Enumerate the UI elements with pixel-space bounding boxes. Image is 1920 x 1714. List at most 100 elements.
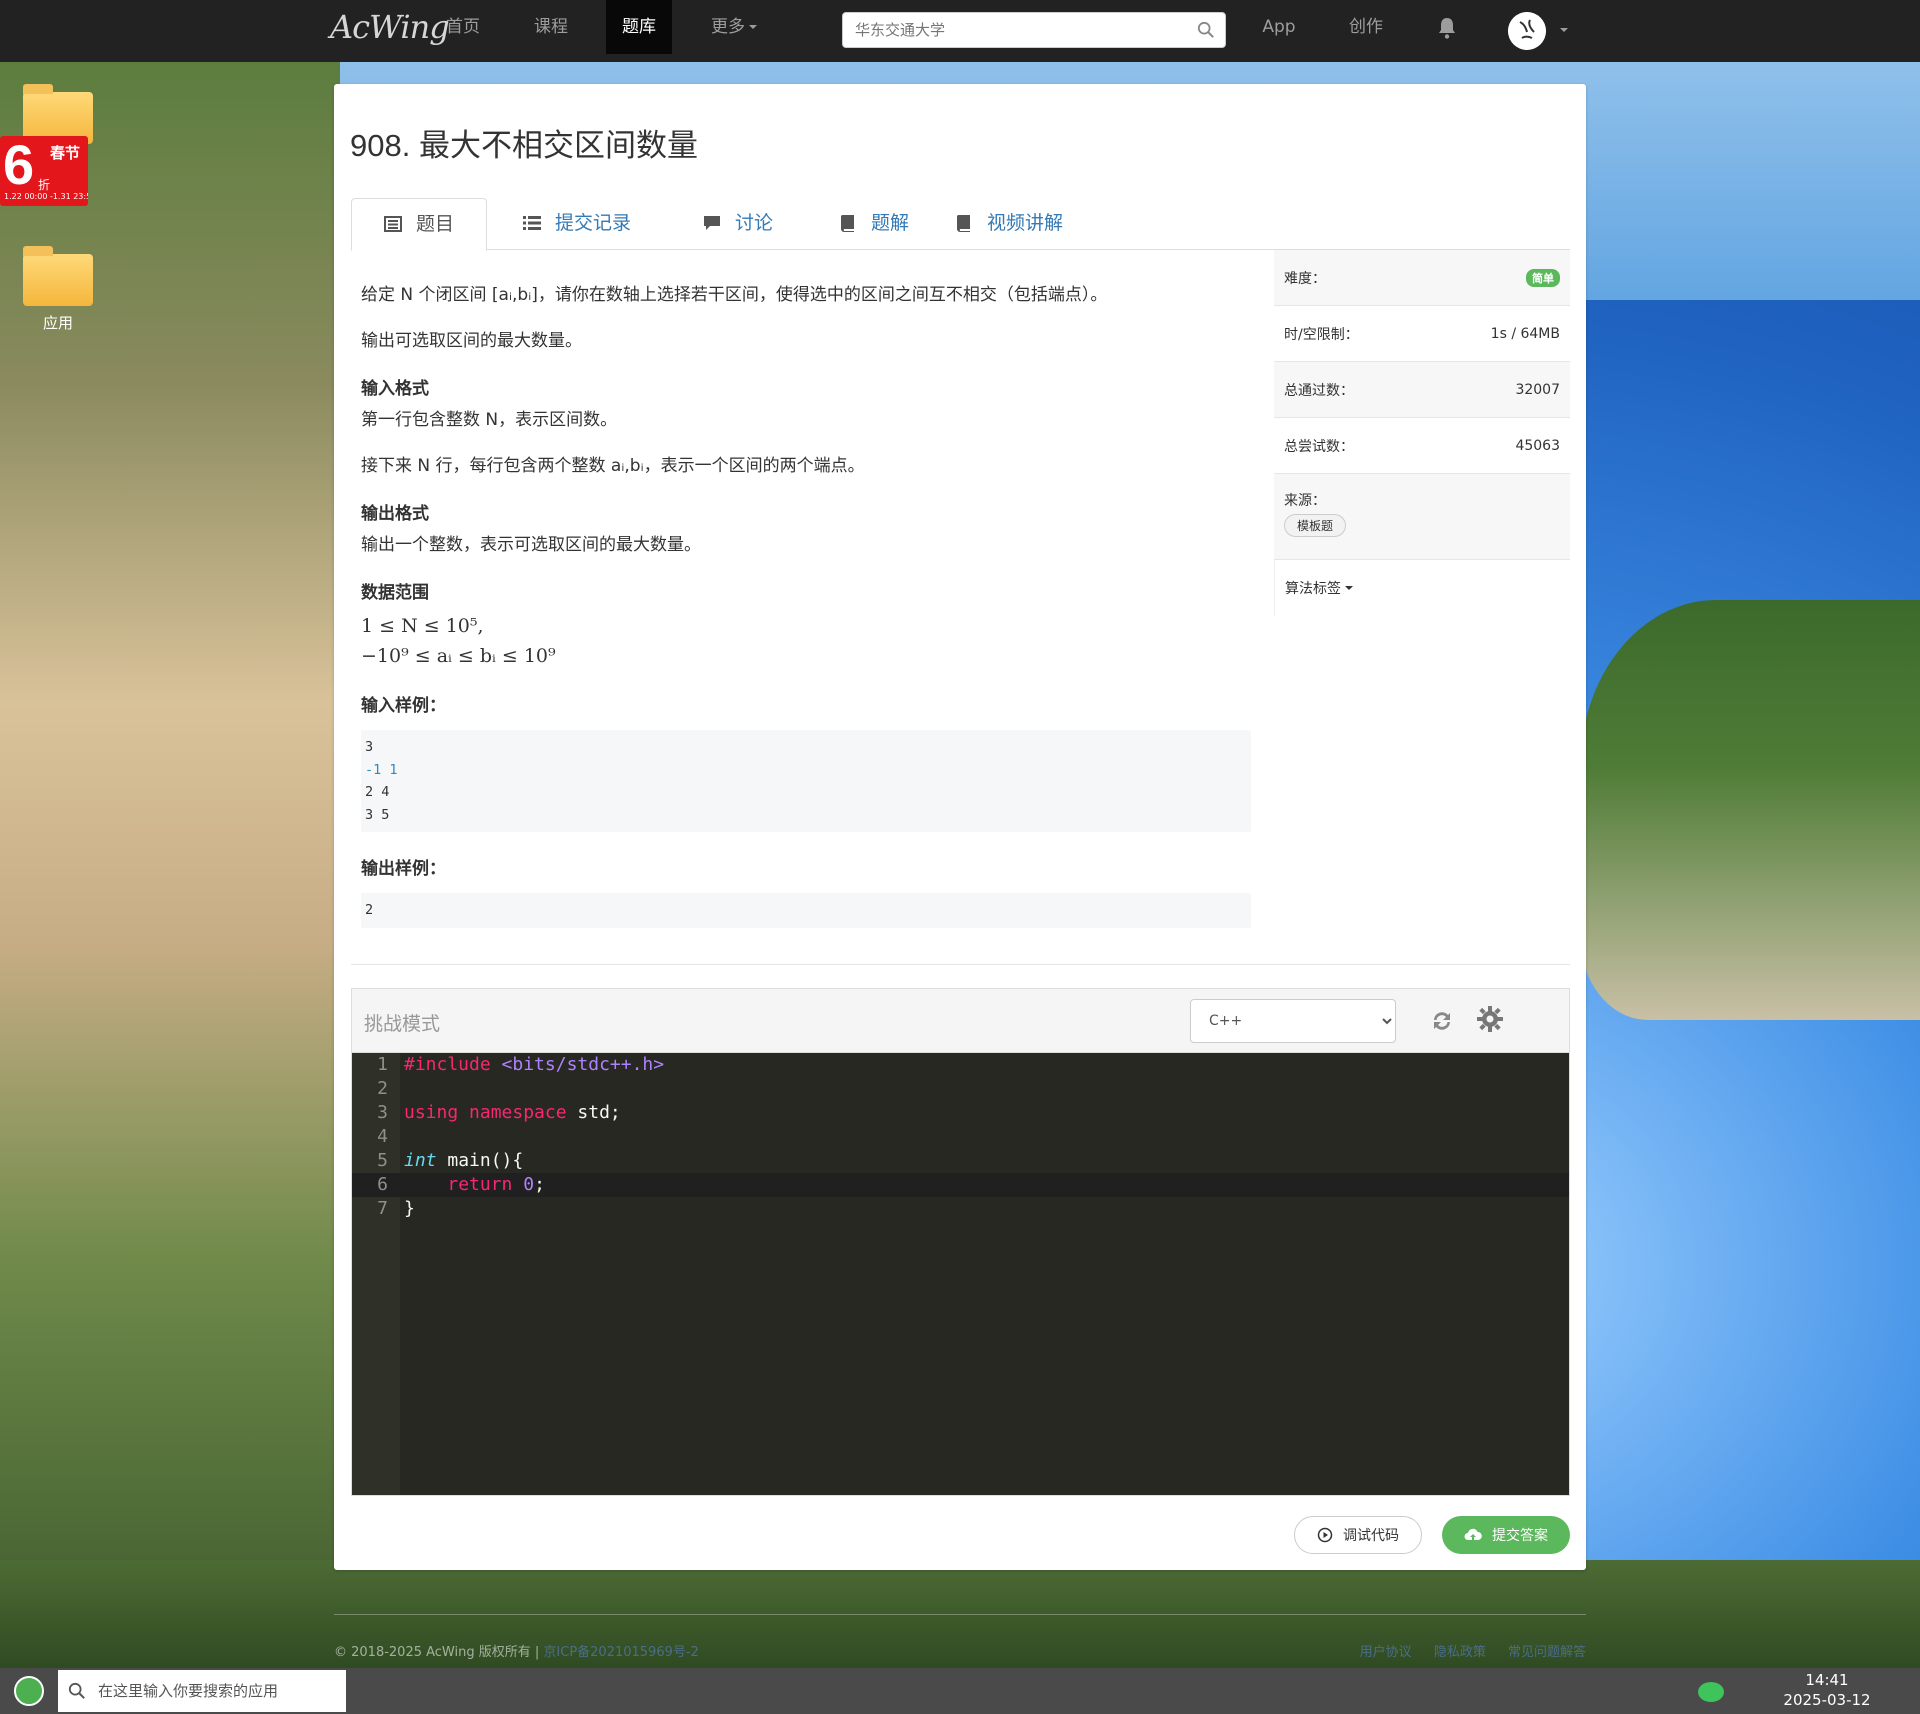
code-line: 2 [352,1077,1569,1101]
problem-panel: 908. 最大不相交区间数量 题目 提交记录 讨论 题解 视频讲解 给定 N 个… [334,84,1586,1570]
search-input[interactable] [843,13,1173,47]
tab-video[interactable]: 视频讲解 [923,198,1095,250]
submit-answer-button[interactable]: 提交答案 [1442,1516,1570,1554]
footer-link-faq[interactable]: 常见问题解答 [1508,1645,1586,1660]
start-menu-icon[interactable] [14,1676,44,1706]
section-heading: 输入样例： [361,696,446,716]
input-paragraph: 接下来 N 行，每行包含两个整数 aᵢ,bᵢ，表示一个区间的两个端点。 [361,456,865,476]
footer-link-agreement[interactable]: 用户协议 [1360,1645,1412,1660]
reset-refresh-icon[interactable] [1428,1007,1456,1035]
source-tag[interactable]: 模板题 [1284,514,1347,537]
top-navbar: AcWing 首页 课程 题库 更多 App 创作 [0,0,1920,62]
problem-info-sidebar: 难度： 简单 时/空限制： 1s / 64MB 总通过数： 32007 总尝试数… [1274,250,1570,616]
sample-line: -1 1 [365,761,398,778]
submit-label: 提交答案 [1492,1528,1548,1544]
promo-banner[interactable]: 6 折 春节 1.22 00:00 -1.31 23:59 [0,136,88,206]
bell-icon[interactable] [1436,16,1458,40]
sample-output[interactable]: 2 [361,893,1251,928]
sample-line: 3 [365,739,374,755]
wallpaper-island [1580,600,1920,1020]
code-text: int main(){ [404,1150,524,1171]
problem-description: 给定 N 个闭区间 [aᵢ,bᵢ]，请你在数轴上选择若干区间，使得选中的区间之间… [361,282,1251,950]
editor-mode-label: 挑战模式 [364,1013,441,1035]
code-text: return 0; [447,1174,545,1195]
debug-code-button[interactable]: 调试代码 [1294,1516,1422,1554]
info-source: 来源： 模板题 [1274,474,1570,560]
code-line: 7} [352,1197,1569,1221]
code-text: using namespace std; [404,1102,621,1123]
output-paragraph: 输出一个整数，表示可选取区间的最大数量。 [361,535,701,555]
user-avatar[interactable] [1508,12,1546,50]
system-clock[interactable]: 14:41 2025-03-12 [1772,1670,1882,1710]
promo-discount-unit: 折 [38,178,51,192]
icp-link[interactable]: 京ICP备2021015969号-2 [543,1645,698,1660]
desktop-folder-label: 应用 [42,314,73,332]
taskbar: 在这里输入你要搜索的应用 14:41 2025-03-12 [0,1668,1920,1714]
code-area[interactable]: 1 #include <bits/stdc++.h> 2 3 using names… [352,1053,1569,1495]
line-number: 3 [377,1102,388,1123]
code-line: 1 #include <bits/stdc++.h> [352,1053,1569,1077]
divider [351,964,1570,965]
nav-create[interactable]: 创作 [1338,0,1394,54]
code-line: 4 [352,1125,1569,1149]
line-number: 7 [377,1198,388,1219]
promo-discount: 6 [3,136,35,196]
chat-tray-icon[interactable] [1698,1682,1724,1702]
info-label: 来源： [1284,493,1326,509]
code-line: 5 int main(){ [352,1149,1569,1173]
caret-down-icon [749,25,757,29]
nav-home[interactable]: 首页 [430,0,496,54]
section-heading: 输出样例： [361,859,446,879]
range-line: 1 ≤ N ≤ 10⁵, [361,615,484,637]
algorithm-tags-toggle[interactable]: 算法标签 [1274,560,1570,616]
promo-festival: 春节 [50,144,81,162]
difficulty-badge: 简单 [1526,268,1560,287]
desktop-folder-apps[interactable]: 应用 [22,246,94,333]
tab-submissions[interactable]: 提交记录 [491,198,663,250]
info-limit: 时/空限制： 1s / 64MB [1274,306,1570,362]
footer-links: 用户协议 隐私政策 常见问题解答 [1342,1641,1586,1660]
page-footer: © 2018-2025 AcWing 版权所有 | 京ICP备202101596… [334,1614,1586,1660]
play-circle-icon [1317,1527,1333,1543]
book-icon [841,215,854,232]
data-range: 1 ≤ N ≤ 10⁵, −10⁹ ≤ aᵢ ≤ bᵢ ≤ 10⁹ [361,611,1251,671]
section-heading: 数据范围 [361,583,429,603]
info-tried: 总尝试数： 45063 [1274,418,1570,474]
section-heading: 输入格式 [361,379,429,399]
sample-line: 3 5 [365,806,390,823]
tab-label: 讨论 [735,212,774,234]
range-line: −10⁹ ≤ aᵢ ≤ bᵢ ≤ 10⁹ [361,645,556,667]
footer-link-privacy[interactable]: 隐私政策 [1434,1645,1486,1660]
clock-date: 2025-03-12 [1783,1691,1871,1709]
tab-discussion[interactable]: 讨论 [671,198,805,250]
nav-more[interactable]: 更多 [694,0,774,54]
folder-icon [23,246,93,306]
tab-label: 题目 [416,213,455,235]
nav-app[interactable]: App [1254,0,1304,54]
nav-more-label: 更多 [711,17,745,37]
search-icon[interactable] [1197,21,1215,39]
desc-paragraph: 给定 N 个闭区间 [aᵢ,bᵢ]，请你在数轴上选择若干区间，使得选中的区间之间… [361,285,1108,305]
info-value: 1s / 64MB [1490,325,1560,342]
avatar-caret-icon[interactable] [1560,28,1568,32]
input-paragraph: 第一行包含整数 N，表示区间数。 [361,410,618,430]
copyright: © 2018-2025 AcWing 版权所有 | [334,1645,540,1660]
search-box [842,12,1226,48]
nav-problems[interactable]: 题库 [606,0,672,54]
line-number: 4 [377,1126,388,1147]
sample-line: 2 [365,902,374,918]
info-difficulty: 难度： 简单 [1274,250,1570,306]
clock-time: 14:41 [1805,1671,1849,1689]
tab-solutions[interactable]: 题解 [807,198,941,250]
taskbar-search[interactable]: 在这里输入你要搜索的应用 [58,1670,346,1712]
tab-problem[interactable]: 题目 [351,198,488,251]
info-label: 时/空限制： [1284,326,1359,343]
search-icon [68,1682,85,1699]
alg-label: 算法标签 [1285,581,1341,597]
nav-courses[interactable]: 课程 [518,0,584,54]
language-select[interactable]: C++ [1190,999,1396,1043]
gear-icon[interactable] [1476,1005,1504,1033]
taskbar-search-placeholder: 在这里输入你要搜索的应用 [98,1682,279,1700]
cloud-upload-icon [1464,1528,1482,1540]
sample-input[interactable]: 3 -1 1 2 4 3 5 [361,730,1251,832]
